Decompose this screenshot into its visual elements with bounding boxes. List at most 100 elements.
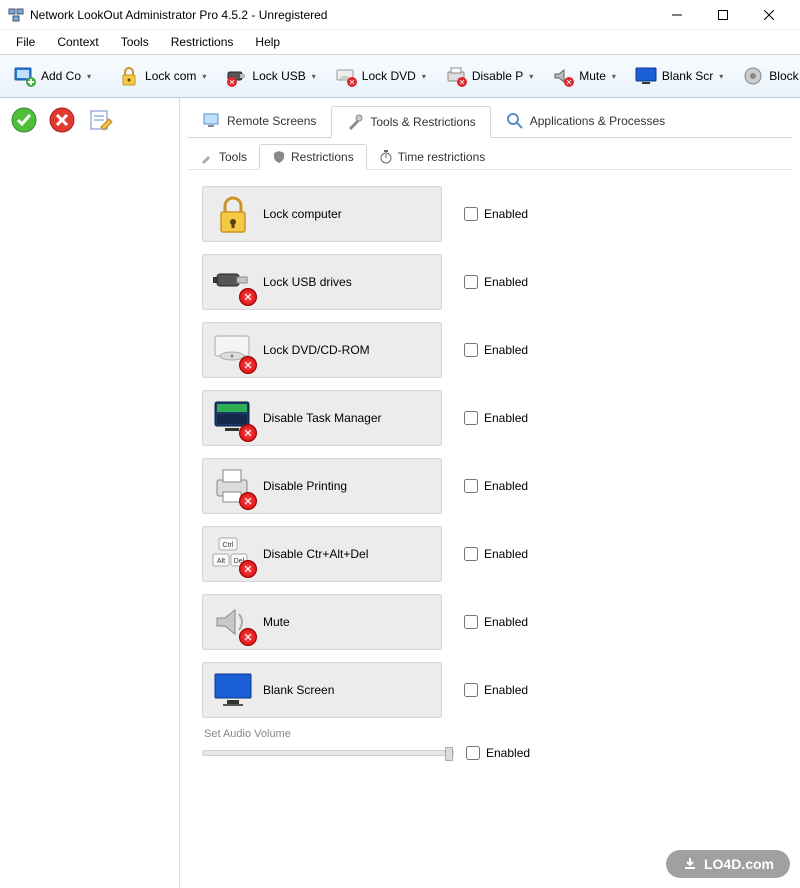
toolbar-add-computer[interactable]: Add Co▾ [6, 61, 98, 91]
slider-thumb[interactable] [445, 747, 453, 761]
restriction-row: Blank Screen Enabled [202, 660, 784, 720]
close-button[interactable] [746, 0, 792, 30]
restriction-card-mute[interactable]: ✕ Mute [202, 594, 442, 650]
menu-restrictions[interactable]: Restrictions [161, 32, 244, 52]
restriction-enabled-checkbox[interactable]: Enabled [464, 615, 528, 629]
watermark-text: LO4D.com [704, 856, 774, 872]
x-badge-icon: ✕ [239, 560, 257, 578]
speaker-x-icon: ✕ [211, 600, 255, 644]
sidebar-accept-icon[interactable] [10, 106, 38, 134]
restriction-label: Disable Task Manager [263, 411, 382, 425]
toolbar-lock-usb[interactable]: ✕ Lock USB ▾ [217, 61, 322, 91]
menu-tools[interactable]: Tools [111, 32, 159, 52]
usb-lock-icon: ✕ [224, 64, 248, 88]
restriction-enabled-checkbox[interactable]: Enabled [464, 547, 528, 561]
restriction-enabled-checkbox[interactable]: Enabled [464, 207, 528, 221]
blank-screen-icon [634, 64, 658, 88]
restriction-label: Blank Screen [263, 683, 334, 697]
menu-help[interactable]: Help [245, 32, 290, 52]
restriction-card-disable-ctrlaltdel[interactable]: CtrlAltDel ✕ Disable Ctr+Alt+Del [202, 526, 442, 582]
restriction-enabled-checkbox[interactable]: Enabled [464, 411, 528, 425]
toolbar-label: Lock com [145, 69, 196, 83]
search-icon [506, 112, 524, 130]
svg-text:Alt: Alt [217, 558, 225, 565]
tab-applications-processes[interactable]: Applications & Processes [491, 105, 680, 137]
app-icon [8, 7, 24, 23]
chevron-down-icon: ▾ [312, 72, 316, 81]
enabled-label: Enabled [484, 683, 528, 697]
printer-disable-icon: ✕ [444, 64, 468, 88]
restriction-enabled-checkbox[interactable]: Enabled [464, 343, 528, 357]
restriction-row: ✕ Lock USB drives Enabled [202, 252, 784, 312]
enabled-label: Enabled [486, 746, 530, 760]
restriction-enabled-checkbox[interactable]: Enabled [464, 479, 528, 493]
x-badge-icon: ✕ [239, 628, 257, 646]
add-computer-icon [13, 64, 37, 88]
toolbar-disable-printing[interactable]: ✕ Disable P ▾ [437, 61, 540, 91]
chevron-down-icon: ▾ [529, 72, 533, 81]
toolbar-lock-computer[interactable]: Lock com ▾ [110, 61, 213, 91]
maximize-button[interactable] [700, 0, 746, 30]
toolbar-label: Block App [769, 69, 800, 83]
minimize-button[interactable] [654, 0, 700, 30]
sidebar [0, 98, 180, 888]
sub-tabs: Tools Restrictions Time restrictions [188, 144, 792, 170]
audio-volume-slider[interactable] [202, 750, 454, 756]
chevron-down-icon: ▾ [422, 72, 426, 81]
x-badge-icon: ✕ [239, 356, 257, 374]
toolbar-mute[interactable]: ✕ Mute▾ [544, 61, 623, 91]
mute-icon: ✕ [551, 64, 575, 88]
toolbar-block-app[interactable]: Block App [734, 61, 800, 91]
restriction-enabled-checkbox[interactable]: Enabled [464, 683, 528, 697]
restriction-row: ✕ Mute Enabled [202, 592, 784, 652]
restriction-card-lock-usb[interactable]: ✕ Lock USB drives [202, 254, 442, 310]
toolbar-label: Blank Scr [662, 69, 713, 83]
tab-label: Tools & Restrictions [370, 115, 475, 129]
titlebar: Network LookOut Administrator Pro 4.5.2 … [0, 0, 800, 30]
toolbar-label: Disable P [472, 69, 523, 83]
menu-file[interactable]: File [6, 32, 45, 52]
subtab-label: Restrictions [291, 150, 354, 164]
toolbar-blank-screen[interactable]: Blank Scr▾ [627, 61, 730, 91]
toolbar-lock-dvd[interactable]: ✕ Lock DVD▾ [327, 61, 433, 91]
tab-tools-restrictions[interactable]: Tools & Restrictions [331, 106, 490, 138]
restriction-card-disable-taskmgr[interactable]: ✕ Disable Task Manager [202, 390, 442, 446]
dvd-x-icon: ✕ [211, 328, 255, 372]
restriction-card-disable-printing[interactable]: ✕ Disable Printing [202, 458, 442, 514]
subtab-tools[interactable]: Tools [188, 144, 259, 169]
printer-x-icon: ✕ [211, 464, 255, 508]
restriction-label: Lock computer [263, 207, 342, 221]
svg-text:✕: ✕ [566, 78, 573, 87]
monitor-icon [203, 112, 221, 130]
sidebar-edit-icon[interactable] [86, 106, 114, 134]
menu-context[interactable]: Context [47, 32, 108, 52]
audio-volume-label: Set Audio Volume [204, 728, 784, 740]
enabled-label: Enabled [484, 615, 528, 629]
watermark: LO4D.com [666, 850, 790, 878]
restriction-card-lock-computer[interactable]: Lock computer [202, 186, 442, 242]
toolbar-label: Mute [579, 69, 606, 83]
usb-x-icon: ✕ [211, 260, 255, 304]
restriction-card-blank-screen[interactable]: Blank Screen [202, 662, 442, 718]
subtab-restrictions[interactable]: Restrictions [259, 144, 367, 170]
toolbar-label: Lock USB [252, 69, 305, 83]
dvd-lock-icon: ✕ [334, 64, 358, 88]
enabled-label: Enabled [484, 547, 528, 561]
keys-x-icon: CtrlAltDel ✕ [211, 532, 255, 576]
restriction-row: ✕ Disable Task Manager Enabled [202, 388, 784, 448]
restriction-row: CtrlAltDel ✕ Disable Ctr+Alt+Del Enabled [202, 524, 784, 584]
chevron-down-icon: ▾ [202, 72, 206, 81]
restriction-card-lock-dvd[interactable]: ✕ Lock DVD/CD-ROM [202, 322, 442, 378]
audio-enabled-checkbox[interactable]: Enabled [466, 746, 530, 760]
restriction-enabled-checkbox[interactable]: Enabled [464, 275, 528, 289]
svg-text:✕: ✕ [348, 78, 355, 87]
restriction-row: Lock computer Enabled [202, 184, 784, 244]
sidebar-cancel-icon[interactable] [48, 106, 76, 134]
tab-remote-screens[interactable]: Remote Screens [188, 105, 331, 137]
subtab-time-restrictions[interactable]: Time restrictions [367, 144, 498, 169]
x-badge-icon: ✕ [239, 492, 257, 510]
window-title: Network LookOut Administrator Pro 4.5.2 … [30, 8, 654, 22]
main-tabs: Remote Screens Tools & Restrictions Appl… [188, 104, 792, 138]
chevron-down-icon: ▾ [87, 72, 91, 81]
restriction-label: Mute [263, 615, 290, 629]
